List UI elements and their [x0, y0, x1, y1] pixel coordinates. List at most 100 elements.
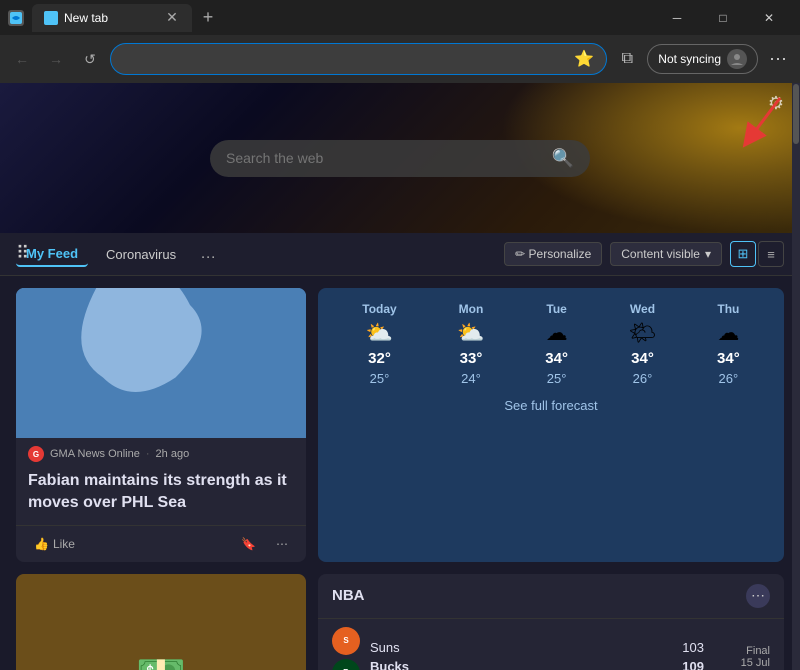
- weather-low-0: 25°: [370, 371, 390, 386]
- weather-icon-0: ⛅: [366, 320, 393, 346]
- maximize-button[interactable]: □: [700, 0, 746, 35]
- weather-high-2: 34°: [545, 350, 568, 367]
- more-icon-1: ⋯: [276, 537, 288, 551]
- like-button-1[interactable]: 👍 Like: [28, 534, 81, 554]
- nba-more-icon: ⋯: [751, 587, 765, 604]
- match-1-team2-row: Bucks 109: [370, 657, 704, 670]
- match-1-team1-name: Suns: [370, 640, 668, 655]
- weather-high-1: 33°: [460, 350, 483, 367]
- new-tab-page: 🔍 ⚙ ⠿ My Feed Coronavirus … ✏ Personaliz…: [0, 83, 800, 670]
- web-search-input[interactable]: [226, 150, 542, 166]
- weather-high-4: 34°: [717, 350, 740, 367]
- url-bar[interactable]: ⭐: [110, 43, 607, 75]
- weather-icon-3: 🌤: [629, 320, 657, 346]
- nba-match-1[interactable]: S B Suns 103 Bucks 109 F: [318, 618, 784, 670]
- dropdown-icon: ▾: [705, 247, 711, 261]
- close-button[interactable]: ✕: [746, 0, 792, 35]
- match-1-status: Final 15 Jul: [710, 645, 770, 669]
- browser-icon: [8, 10, 24, 26]
- match-1-teams: Suns 103 Bucks 109: [370, 638, 704, 670]
- grid-view-button[interactable]: ⊞: [730, 241, 756, 267]
- tab-favicon: [44, 11, 58, 25]
- day-label-3: Wed: [630, 302, 655, 316]
- view-toggle: ⊞ ≡: [730, 241, 784, 267]
- feed-tabs-bar: My Feed Coronavirus … ✏ Personalize Cont…: [0, 233, 800, 276]
- hero-search-area: 🔍: [0, 83, 800, 233]
- nba-widget: NBA ⋯ S B Suns 103: [318, 574, 784, 670]
- sync-button[interactable]: Not syncing: [647, 44, 758, 74]
- bookmark-button-1[interactable]: 🔖: [235, 534, 262, 554]
- tabs-more-button[interactable]: …: [194, 243, 222, 265]
- news-card-1[interactable]: G GMA News Online · 2h ago Fabian mainta…: [16, 288, 306, 562]
- toolbar-icons: ⧉: [613, 45, 641, 73]
- news-headline-1: Fabian maintains its strength as it move…: [16, 466, 306, 525]
- tab-search-icon[interactable]: ⧉: [613, 45, 641, 73]
- tab-coronavirus[interactable]: Coronavirus: [96, 243, 186, 266]
- avatar: [727, 49, 747, 69]
- forward-button[interactable]: →: [42, 45, 70, 73]
- weather-day-2: Tue ☁ 34° 25°: [545, 302, 568, 386]
- match-1-team1-score: 103: [674, 640, 704, 655]
- map-image: [16, 288, 306, 438]
- refresh-button[interactable]: ↺: [76, 45, 104, 73]
- tab-close-button[interactable]: ✕: [164, 10, 180, 26]
- day-label-4: Thu: [717, 302, 739, 316]
- active-tab[interactable]: New tab ✕: [32, 4, 192, 32]
- more-button-1[interactable]: ⋯: [270, 534, 294, 554]
- day-label-0: Today: [362, 302, 396, 316]
- weather-icon-2: ☁: [546, 320, 568, 346]
- weather-low-4: 26°: [719, 371, 739, 386]
- source-name-1: GMA News Online: [50, 448, 140, 460]
- news-source-1: G GMA News Online · 2h ago: [16, 438, 306, 466]
- suns-logo-1: S: [332, 627, 360, 655]
- weather-icon-1: ⛅: [457, 320, 484, 346]
- personalize-button[interactable]: ✏ Personalize: [504, 242, 602, 266]
- bucks-logo-1: B: [332, 659, 360, 670]
- weather-day-1: Mon ⛅ 33° 24°: [457, 302, 484, 386]
- day-label-1: Mon: [459, 302, 484, 316]
- url-settings-icon[interactable]: ⭐: [574, 49, 594, 69]
- address-bar: ← → ↺ ⭐ ⧉ Not syncing ⋯: [0, 35, 800, 83]
- match-1-date: 15 Jul: [710, 657, 770, 669]
- list-view-button[interactable]: ≡: [758, 241, 784, 267]
- cards-row-1: G GMA News Online · 2h ago Fabian mainta…: [0, 276, 800, 574]
- more-options-button[interactable]: ⋯: [764, 45, 792, 73]
- settings-icon[interactable]: ⚙: [768, 93, 784, 114]
- money-image: 💵: [16, 574, 306, 670]
- forecast-link[interactable]: See full forecast: [332, 398, 770, 413]
- nba-header: NBA ⋯: [318, 574, 784, 618]
- new-tab-button[interactable]: +: [196, 6, 220, 30]
- bookmark-icon-1: 🔖: [241, 537, 256, 551]
- minimize-button[interactable]: ─: [654, 0, 700, 35]
- content-visible-label: Content visible: [621, 247, 700, 261]
- sync-label: Not syncing: [658, 52, 721, 66]
- content-visible-button[interactable]: Content visible ▾: [610, 242, 722, 266]
- nba-title: NBA: [332, 587, 365, 604]
- weather-days: Today ⛅ 32° 25° Mon ⛅ 33° 24° Tue ☁: [332, 302, 770, 386]
- weather-widget: Today ⛅ 32° 25° Mon ⛅ 33° 24° Tue ☁: [318, 288, 784, 562]
- hero-search-bar[interactable]: 🔍: [210, 140, 590, 177]
- news-actions-1: 👍 Like 🔖 ⋯: [16, 525, 306, 562]
- match-1-team2-name: Bucks: [370, 659, 668, 670]
- weather-day-0: Today ⛅ 32° 25°: [362, 302, 396, 386]
- apps-grid-icon[interactable]: ⠿: [16, 243, 29, 264]
- day-label-2: Tue: [546, 302, 566, 316]
- match-1-team1-row: Suns 103: [370, 638, 704, 657]
- url-input[interactable]: [123, 52, 566, 67]
- time-ago-1: 2h ago: [156, 448, 190, 460]
- feed-actions: ✏ Personalize Content visible ▾ ⊞ ≡: [504, 241, 784, 267]
- news-image-1: [16, 288, 306, 438]
- like-icon-1: 👍: [34, 537, 49, 551]
- window-controls: ─ □ ✕: [654, 0, 792, 35]
- weather-low-3: 26°: [633, 371, 653, 386]
- title-bar: New tab ✕ + ─ □ ✕: [0, 0, 800, 35]
- nba-more-button[interactable]: ⋯: [746, 584, 770, 608]
- weather-high-0: 32°: [368, 350, 391, 367]
- weather-day-3: Wed 🌤 34° 26°: [629, 302, 657, 386]
- match-1-team2-score: 109: [674, 659, 704, 670]
- weather-day-4: Thu ☁ 34° 26°: [717, 302, 740, 386]
- back-button[interactable]: ←: [8, 45, 36, 73]
- source-icon-1: G: [28, 446, 44, 462]
- weather-high-3: 34°: [631, 350, 654, 367]
- news-card-2[interactable]: 💵 Cagayan De Oro : Invest now $ 250 in C…: [16, 574, 306, 670]
